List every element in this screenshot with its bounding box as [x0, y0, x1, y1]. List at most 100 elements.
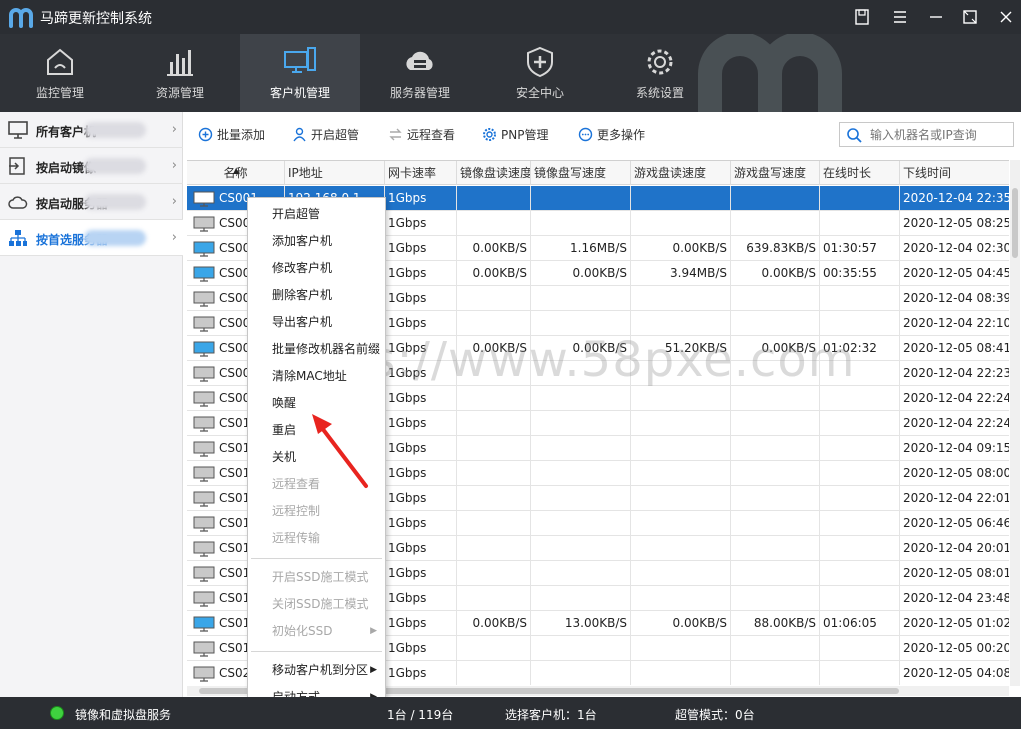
- menu-item[interactable]: 添加客户机: [248, 229, 385, 253]
- nav-security[interactable]: 安全中心: [480, 34, 600, 112]
- remote-view-button[interactable]: 远程查看: [388, 124, 455, 144]
- menu-item[interactable]: 远程控制: [248, 499, 385, 523]
- menu-item[interactable]: 远程查看: [248, 472, 385, 496]
- cell-online: [820, 511, 900, 536]
- bar-chart-icon: [167, 50, 193, 76]
- sidebar-item-by-image[interactable]: 按启动镜像 ›: [0, 148, 183, 184]
- cell-game-w: [731, 386, 820, 411]
- menu-item[interactable]: 重启: [248, 418, 385, 442]
- cell-online: 01:02:32: [820, 336, 900, 361]
- cell-online: [820, 586, 900, 611]
- nav-resource[interactable]: 资源管理: [120, 34, 240, 112]
- cell-offline: 2020-12-04 22:10:: [900, 311, 1009, 336]
- cell-game-w: [731, 636, 820, 661]
- menu-item-label: 修改客户机: [272, 261, 333, 275]
- nav-monitor[interactable]: 监控管理: [0, 34, 120, 112]
- gear-icon: [647, 49, 673, 75]
- minimize-icon[interactable]: [926, 7, 946, 27]
- column-header[interactable]: 游戏盘读速度: [631, 161, 731, 185]
- sidebar-item-by-boot-server[interactable]: 按启动服务器 ›: [0, 184, 183, 220]
- submenu-arrow-icon: ▶: [370, 665, 377, 675]
- menu-item[interactable]: 批量修改机器名前缀: [248, 337, 385, 361]
- column-header[interactable]: 镜像盘读速度: [457, 161, 531, 185]
- menu-item[interactable]: 导出客户机: [248, 310, 385, 334]
- cell-game-w: 0.00KB/S: [731, 261, 820, 286]
- nav-server[interactable]: 服务器管理: [360, 34, 480, 112]
- cell-game-r: [631, 461, 731, 486]
- menu-item[interactable]: 删除客户机: [248, 283, 385, 307]
- pnp-button[interactable]: PNP管理: [482, 124, 548, 144]
- cell-nic: 1Gbps: [385, 636, 457, 661]
- chevron-right-icon: ›: [171, 194, 177, 209]
- cell-game-r: [631, 311, 731, 336]
- column-header[interactable]: 在线时长: [820, 161, 900, 185]
- sidebar-item-by-preferred-server[interactable]: 按首选服务器 ›: [0, 220, 183, 256]
- menu-item[interactable]: 唤醒: [248, 391, 385, 415]
- cell-game-w: [731, 461, 820, 486]
- menu-item[interactable]: 关机: [248, 445, 385, 469]
- cell-img-r: [457, 461, 531, 486]
- cell-img-w: [531, 386, 631, 411]
- toolbar: 批量添加 开启超管 远程查看 PNP管理 更多操作: [184, 112, 1021, 154]
- cell-offline: 2020-12-04 22:01:: [900, 486, 1009, 511]
- super-manage-button[interactable]: 开启超管: [292, 124, 359, 144]
- menu-item-label: 删除客户机: [272, 288, 333, 302]
- cell-game-r: 0.00KB/S: [631, 611, 731, 636]
- tree-icon: [9, 230, 27, 246]
- client-computers-icon: [284, 47, 316, 73]
- more-ops-button[interactable]: 更多操作: [578, 124, 645, 144]
- vertical-scrollbar[interactable]: [1010, 160, 1020, 686]
- column-header[interactable]: 下线时间: [900, 161, 1009, 185]
- menu-item[interactable]: 开启SSD施工模式: [248, 565, 385, 589]
- cell-game-r: 51.20KB/S: [631, 336, 731, 361]
- column-header[interactable]: IP地址: [285, 161, 385, 185]
- cell-game-w: [731, 286, 820, 311]
- maximize-icon[interactable]: [960, 7, 980, 27]
- column-header[interactable]: 网卡速率: [385, 161, 457, 185]
- sidebar-item-all-clients[interactable]: 所有客户机 ›: [0, 112, 183, 148]
- cell-game-w: [731, 411, 820, 436]
- cell-game-r: [631, 186, 731, 211]
- menu-item[interactable]: 清除MAC地址: [248, 364, 385, 388]
- cell-game-r: [631, 661, 731, 685]
- cell-game-r: 3.94MB/S: [631, 261, 731, 286]
- cell-online: [820, 211, 900, 236]
- search-input[interactable]: [870, 126, 1010, 144]
- save-icon[interactable]: [852, 7, 872, 27]
- cell-game-w: [731, 361, 820, 386]
- menu-icon[interactable]: [890, 7, 910, 27]
- cell-nic: 1Gbps: [385, 536, 457, 561]
- menu-item[interactable]: 开启超管: [248, 202, 385, 226]
- context-menu: 开启超管添加客户机修改客户机删除客户机导出客户机批量修改机器名前缀 清除MAC地址…: [247, 197, 386, 729]
- status-bar: 镜像和虚拟盘服务 1台 / 119台 选择客户机：1台 超管模式：0台: [0, 697, 1021, 729]
- cell-online: [820, 461, 900, 486]
- cell-game-r: [631, 386, 731, 411]
- table-header: 名称 ▲ IP地址 网卡速率 镜像盘读速度 镜像盘写速度 游戏盘读速度 游戏盘写速度 在线时长下…: [187, 161, 1009, 185]
- cell-game-w: [731, 211, 820, 236]
- column-header[interactable]: 名称 ▲: [187, 161, 285, 185]
- column-header[interactable]: 游戏盘写速度: [731, 161, 820, 185]
- cell-online: [820, 636, 900, 661]
- nav-settings[interactable]: 系统设置: [600, 34, 720, 112]
- menu-item[interactable]: 远程传输: [248, 526, 385, 550]
- cell-offline: 2020-12-05 08:01:: [900, 561, 1009, 586]
- batch-add-button[interactable]: 批量添加: [198, 124, 265, 144]
- cell-img-r: [457, 211, 531, 236]
- cell-img-w: [531, 411, 631, 436]
- menu-item[interactable]: 修改客户机: [248, 256, 385, 280]
- close-icon[interactable]: [996, 7, 1016, 27]
- menu-item[interactable]: 移动客户机到分区 ▶: [248, 658, 385, 682]
- menu-item-label: 开启SSD施工模式: [272, 570, 369, 584]
- menu-item[interactable]: 关闭SSD施工模式: [248, 592, 385, 616]
- menu-item[interactable]: 初始化SSD ▶: [248, 619, 385, 643]
- nav-label: 安全中心: [515, 86, 564, 100]
- menu-item-label: 导出客户机: [272, 315, 333, 329]
- app-title: 马蹄更新控制系统: [40, 11, 152, 27]
- nav-client[interactable]: 客户机管理: [240, 34, 360, 112]
- cell-img-r: [457, 661, 531, 685]
- column-header[interactable]: 镜像盘写速度: [531, 161, 631, 185]
- cell-nic: 1Gbps: [385, 261, 457, 286]
- cell-offline: 2020-12-05 08:25:: [900, 211, 1009, 236]
- cell-img-w: [531, 536, 631, 561]
- cell-nic: 1Gbps: [385, 661, 457, 685]
